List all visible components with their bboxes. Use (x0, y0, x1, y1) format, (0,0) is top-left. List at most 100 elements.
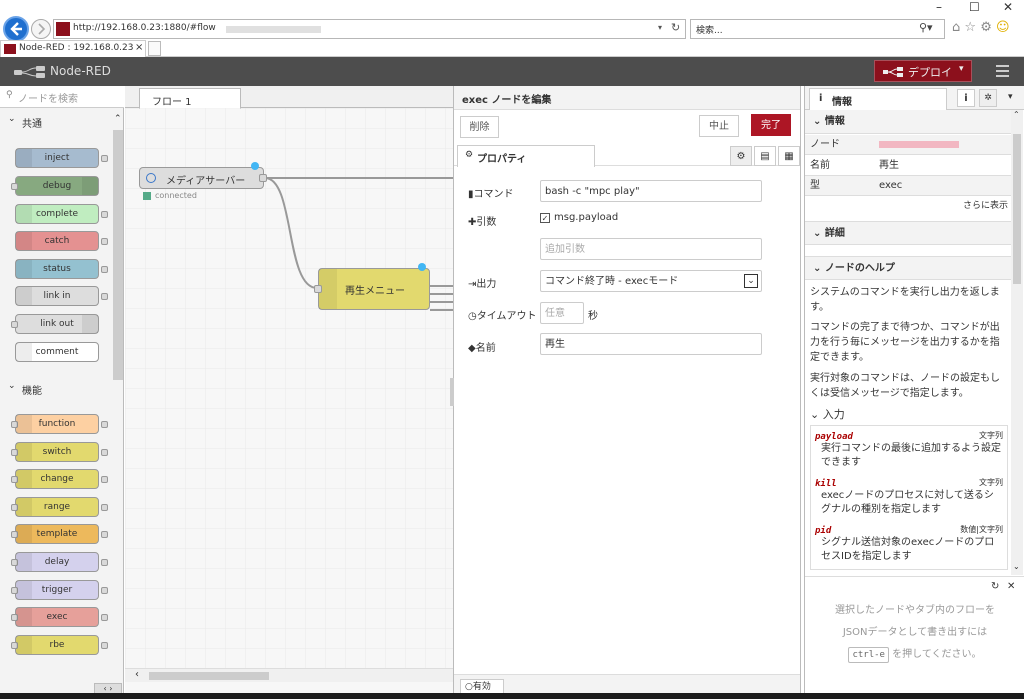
gear-icon: ⚙ (465, 150, 474, 160)
scroll-left-icon[interactable]: ‹ (135, 669, 139, 680)
tab-favicon (4, 44, 16, 54)
node-id-blurred (879, 141, 959, 148)
browser-search-field[interactable]: 検索... ⚲▾ (690, 19, 945, 39)
palette-node-range[interactable]: range (11, 497, 108, 517)
palette-node-template[interactable]: template (11, 524, 108, 544)
info-row-type: 型 exec (805, 176, 1011, 196)
refresh-icon[interactable]: ↻ (671, 21, 680, 34)
tab-properties[interactable]: ⚙ プロパティ (457, 145, 595, 167)
palette-node-trigger[interactable]: trigger (11, 580, 108, 600)
workspace-hscrollbar[interactable]: ‹ (125, 668, 454, 682)
palette-node-rbe[interactable]: rbe (11, 635, 108, 655)
scroll-up-icon[interactable]: ⌃ (1013, 110, 1020, 119)
palette-node-status[interactable]: status (15, 259, 108, 279)
browser-tab[interactable]: Node-RED : 192.168.0.23 × (0, 40, 146, 57)
append-payload-checkbox[interactable]: ✓ (540, 213, 550, 223)
extra-args-input[interactable]: 追加引数 (540, 238, 762, 260)
deploy-button[interactable]: デプロイ ▾ (874, 60, 972, 82)
delete-button[interactable]: 削除 (460, 116, 499, 138)
flow-workspace[interactable]: フロー 1 メディアサーバー connected 再生メニュー ‹ (125, 86, 455, 699)
flow-node-play-menu[interactable]: 再生メニュー (314, 263, 430, 310)
info-value: 再生 (879, 160, 899, 171)
enabled-label: 有効 (472, 682, 491, 692)
palette-node-function[interactable]: function (11, 414, 108, 434)
refresh-icon[interactable]: ↻ (991, 581, 999, 592)
palette-search[interactable]: ⚲ ノードを検索 (0, 86, 124, 108)
chevron-up-icon[interactable]: ⌃ (114, 114, 122, 124)
palette-scrollbar[interactable] (113, 130, 123, 380)
palette-category-header[interactable]: ⌄ 共通 ⌃ (0, 111, 122, 131)
palette-node-catch[interactable]: catch (15, 231, 108, 251)
timeout-input[interactable]: 任意 (540, 302, 584, 324)
nodered-logo-icon (14, 66, 45, 78)
maximize-button[interactable]: ☐ (969, 0, 980, 14)
done-button[interactable]: 完了 (751, 114, 791, 136)
chevron-down-icon[interactable]: ⌄ (744, 274, 758, 288)
app-title: Node-RED (50, 64, 111, 78)
info-icon: i (819, 93, 823, 104)
tab-close-icon[interactable]: × (135, 42, 143, 53)
smiley-icon[interactable]: ☺ (996, 20, 1010, 35)
section-details-header[interactable]: ⌄ 詳細 (805, 221, 1011, 245)
tab-flow-1[interactable]: フロー 1 (139, 88, 241, 109)
search-icon[interactable]: ⚲▾ (919, 21, 933, 34)
section-info-header[interactable]: ⌄ 情報 (805, 110, 1011, 134)
new-tab-button[interactable] (148, 41, 161, 56)
palette-node-delay[interactable]: delay (11, 552, 108, 572)
palette-node-switch[interactable]: switch (11, 442, 108, 462)
hamburger-icon[interactable] (996, 65, 1009, 77)
palette-node-debug[interactable]: debug (11, 176, 99, 196)
palette-node-link-out[interactable]: link out (11, 314, 99, 334)
scroll-thumb[interactable] (1013, 134, 1021, 284)
palette-node-inject[interactable]: inject (15, 148, 108, 168)
scroll-thumb[interactable] (149, 672, 269, 680)
scroll-down-icon[interactable]: ⌄ (1013, 562, 1020, 571)
close-window-button[interactable]: ✕ (1003, 0, 1013, 14)
info-tab-button[interactable]: i (957, 89, 975, 107)
forward-arrow-icon (38, 23, 46, 35)
output-select[interactable]: コマンド終了時 - execモード ⌄ (540, 270, 762, 292)
cancel-button[interactable]: 中止 (699, 115, 739, 137)
description-tab-icon[interactable]: ▤ (754, 146, 776, 166)
deploy-icon (883, 67, 903, 77)
star-icon[interactable]: ☆ (964, 20, 976, 35)
tag-icon: ◆ (468, 343, 476, 354)
dropdown-arrow-icon[interactable]: ▾ (658, 23, 662, 32)
show-more-link[interactable]: さらに表示 ▾ (963, 198, 1015, 211)
settings-tab-icon[interactable]: ⚙ (730, 146, 752, 166)
appearance-tab-icon[interactable]: ▦ (778, 146, 800, 166)
debug-tab-button[interactable]: ✲ (979, 89, 997, 107)
address-bar[interactable]: http://192.168.0.23:1880/#flow ▾ ↻ (53, 19, 686, 39)
palette-node-exec[interactable]: exec (11, 607, 108, 627)
node-input-port[interactable] (314, 285, 322, 293)
name-input[interactable]: 再生 (540, 333, 762, 355)
tip-line-with-key: ctrl-e を押してください。 (805, 645, 1024, 663)
input-desc: シグナル送信対象のexecノードのプロセスIDを指定します (821, 537, 995, 562)
tab-properties-label: プロパティ (477, 154, 527, 165)
palette-node-change[interactable]: change (11, 469, 108, 489)
minimize-button[interactable]: – (936, 0, 942, 14)
flow-node-media-server[interactable]: メディアサーバー (139, 162, 267, 189)
command-input[interactable]: bash -c "mpc play" (540, 180, 762, 202)
palette-node-complete[interactable]: complete (15, 204, 108, 224)
home-icon[interactable]: ⌂ (952, 20, 960, 35)
tab-info[interactable]: i 情報 (809, 88, 947, 111)
input-item: pid 数値|文字列 シグナル送信対象のexecノードのプロセスIDを指定します (815, 523, 1003, 564)
forward-button[interactable] (31, 19, 51, 39)
palette-node-link-in[interactable]: link in (15, 286, 108, 306)
palette-node-comment[interactable]: comment (15, 342, 99, 362)
editor-resize-handle[interactable] (450, 378, 454, 406)
sidebar-scrollbar[interactable]: ⌃ ⌄ (1011, 110, 1023, 575)
gear-icon[interactable]: ⚙ (980, 20, 992, 35)
node-output-port[interactable] (259, 174, 267, 182)
search-icon: ⚲ (6, 90, 13, 100)
close-icon[interactable]: ✕ (1007, 581, 1015, 592)
palette-category-header[interactable]: ⌄ 機能 (0, 378, 112, 398)
address-url: http://192.168.0.23:1880/#flow (73, 23, 216, 33)
back-button[interactable] (3, 16, 29, 42)
deploy-dropdown-icon[interactable]: ▾ (959, 64, 964, 74)
browser-toolbar-icons: ⌂ ☆ ⚙ ☺ (952, 20, 1022, 36)
section-help-header[interactable]: ⌄ ノードのヘルプ (805, 256, 1011, 280)
chevron-down-icon[interactable]: ▾ (1008, 92, 1013, 102)
node-editor-tray: exec ノードを編集 削除 中止 完了 ⚙ プロパティ ⚙ ▤ ▦ ▮コマンド… (450, 86, 801, 699)
